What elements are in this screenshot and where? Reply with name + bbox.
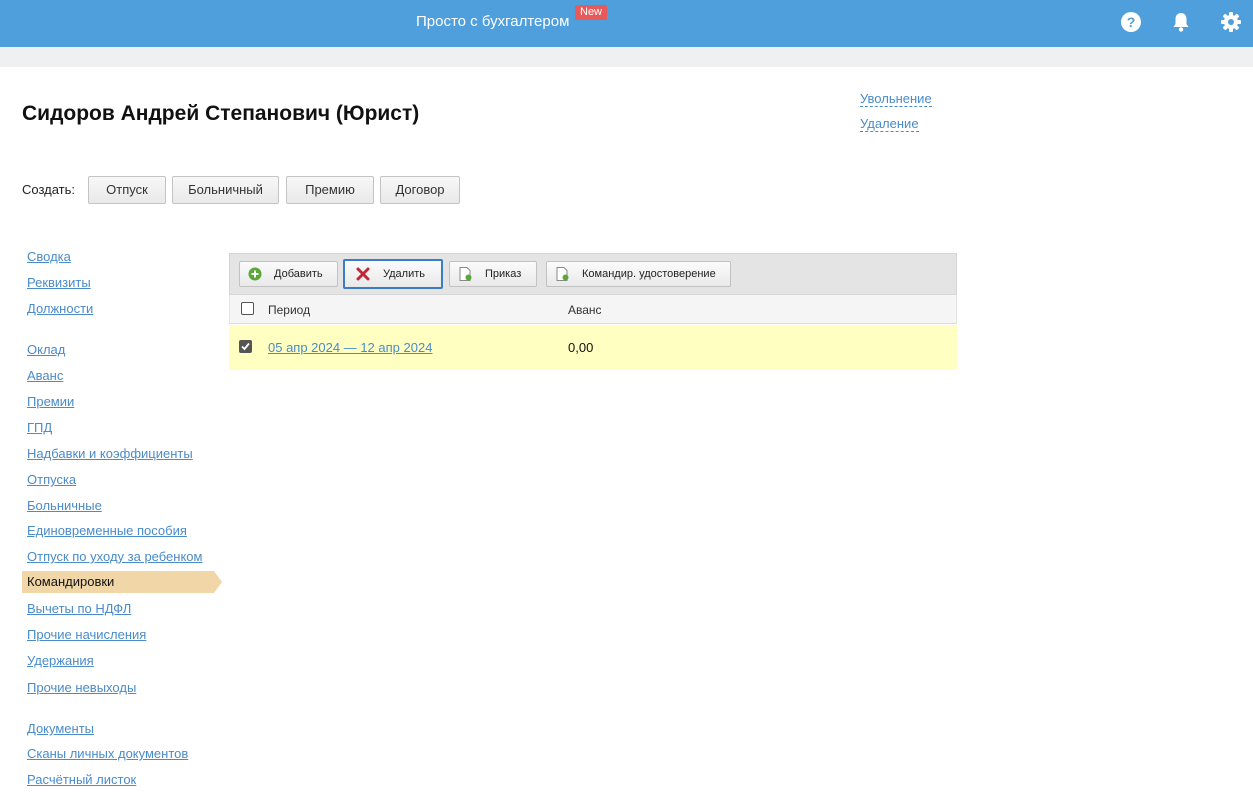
sidebar-item-other-absences[interactable]: Прочие невыходы [22,679,136,701]
select-all-checkbox[interactable] [241,302,254,315]
row-checkbox[interactable] [239,340,252,353]
bell-icon[interactable] [1170,11,1192,33]
brand-title[interactable]: Просто с бухгалтером [416,13,569,30]
sidebar-item-positions[interactable]: Должности [22,300,93,322]
document-add-icon [459,267,472,281]
sidebar-item-label: Удержания [27,653,94,668]
sidebar-item-documents[interactable]: Документы [22,720,94,742]
sidebar-item-bonuses[interactable]: Премии [22,393,74,415]
sidebar-item-label: Больничные [27,498,102,513]
sidebar-item-payslip[interactable]: Расчётный листок [22,771,136,793]
sidebar-item-label: Единовременные пособия [27,523,187,538]
sidebar-item-label: Премии [27,394,75,409]
sidebar-item-document-scans[interactable]: Сканы личных документов [22,745,188,767]
travel-certificate-button[interactable]: Командир. удостоверение [546,261,731,287]
sidebar-item-label: Расчётный листок [27,772,137,787]
gear-icon[interactable] [1220,11,1242,33]
add-button-label: Добавить [274,268,323,280]
sidebar-item-other-accruals[interactable]: Прочие начисления [22,626,146,648]
sidebar-item-one-time-benefits[interactable]: Единовременные пособия [22,522,187,544]
sidebar-item-salary[interactable]: Оклад [22,341,65,363]
sidebar-item-business-trips[interactable]: Командировки [22,571,222,593]
sidebar-item-label: Командировки [27,574,115,589]
table-toolbar: Добавить Удалить Приказ Командир. удосто… [229,253,957,295]
sidebar-item-label: Должности [27,301,94,316]
sidebar-item-label: Прочие начисления [27,627,147,642]
create-bonus-button[interactable]: Премию [286,176,374,204]
sidebar-item-tax-deductions[interactable]: Вычеты по НДФЛ [22,600,131,622]
create-contract-button[interactable]: Договор [380,176,460,204]
create-label: Создать: [22,182,76,197]
sidebar-item-label: Прочие невыходы [27,680,137,695]
sidebar-item-label: Сканы личных документов [27,746,189,761]
sidebar-item-label: Сводка [27,249,71,264]
table-header: Период Аванс [229,295,957,324]
sidebar-item-label: Вычеты по НДФЛ [27,601,132,616]
create-sick-leave-button[interactable]: Больничный [172,176,279,204]
delete-button-label: Удалить [383,268,425,280]
sidebar-item-label: Оклад [27,342,66,357]
employee-actions: Увольнение Удаление [860,91,932,141]
sidebar-item-summary[interactable]: Сводка [22,248,71,270]
sidebar-item-sick-leaves[interactable]: Больничные [22,497,102,519]
dismiss-link[interactable]: Увольнение [860,91,932,107]
delete-button[interactable]: Удалить [343,259,443,289]
sidebar-item-label: Документы [27,721,95,736]
sidebar-item-details[interactable]: Реквизиты [22,274,91,296]
check-icon [241,342,250,351]
column-header-advance: Аванс [568,303,602,317]
sidebar-item-deductions[interactable]: Удержания [22,652,94,674]
svg-text:?: ? [1127,14,1136,30]
sidebar-item-childcare-leave[interactable]: Отпуск по уходу за ребенком [22,548,202,570]
delete-x-icon [356,267,370,281]
sidebar-item-allowances[interactable]: Надбавки и коэффициенты [22,445,193,467]
new-badge: New [575,5,608,20]
document-add-icon [556,267,569,281]
sidebar-item-label: Отпуска [27,472,77,487]
sidebar-item-label: Надбавки и коэффициенты [27,446,193,461]
travel-certificate-button-label: Командир. удостоверение [582,268,716,280]
sidebar-item-advance[interactable]: Аванс [22,367,63,389]
advance-value: 0,00 [568,340,594,355]
sidebar-item-vacations[interactable]: Отпуска [22,471,76,493]
period-link[interactable]: 05 апр 2024 — 12 апр 2024 [268,340,432,355]
table-row[interactable]: 05 апр 2024 — 12 апр 2024 0,00 [229,325,957,370]
page-title: Сидоров Андрей Степанович (Юрист) [22,102,420,125]
delete-employee-link[interactable]: Удаление [860,116,919,132]
help-icon[interactable]: ? [1120,11,1142,33]
sidebar-item-label: Реквизиты [27,275,91,290]
sidebar-item-label: ГПД [27,420,53,435]
sidebar-item-gpd[interactable]: ГПД [22,419,52,441]
column-header-period: Период [268,303,311,317]
sub-bar [0,47,1253,67]
order-button[interactable]: Приказ [449,261,537,287]
create-vacation-button[interactable]: Отпуск [88,176,166,204]
order-button-label: Приказ [485,268,522,280]
sidebar-item-label: Аванс [27,368,64,383]
top-bar: Просто с бухгалтером New ? [0,0,1253,47]
plus-circle-icon [248,267,262,281]
add-button[interactable]: Добавить [239,261,338,287]
sidebar-item-label: Отпуск по уходу за ребенком [27,549,203,564]
